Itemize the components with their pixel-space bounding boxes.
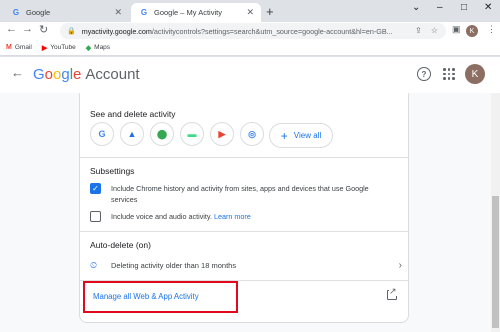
tab-google[interactable]: G Google ✕: [3, 3, 129, 22]
google-ads-icon[interactable]: ▲: [120, 122, 144, 146]
logo-letter: g: [61, 66, 70, 83]
google-play-icon[interactable]: ▶: [210, 122, 234, 146]
sidepanel-icon[interactable]: ▣: [452, 24, 461, 35]
tab-my-activity[interactable]: G Google – My Activity ✕: [131, 3, 261, 22]
voice-audio-label: Include voice and audio activity.: [111, 212, 212, 221]
google-g-icon: G: [140, 8, 148, 17]
app-header: ← Google Account ? K: [0, 57, 500, 93]
url-path: /activitycontrols?settings=search&utm_so…: [151, 26, 393, 36]
bookmark-label: Maps: [94, 44, 111, 51]
minimize-button[interactable]: –: [437, 2, 443, 13]
logo-letter: e: [73, 66, 82, 83]
google-search-icon[interactable]: G: [90, 122, 114, 146]
chrome-history-line1: Include Chrome history and activity from…: [111, 184, 369, 193]
address-bar[interactable]: 🔒 myactivity.google.com/activitycontrols…: [60, 23, 446, 39]
youtube-icon: ▶: [41, 44, 48, 52]
voice-audio-row: Include voice and audio activity. Learn …: [90, 211, 251, 222]
bookmark-gmail[interactable]: M Gmail: [6, 44, 32, 51]
google-account-logo[interactable]: Google Account: [33, 66, 140, 83]
schedule-delete-icon: ⏲: [90, 259, 98, 270]
browser-toolbar: ← → ↻ 🔒 myactivity.google.com/activityco…: [0, 22, 500, 40]
tab-title: Google – My Activity: [154, 8, 222, 17]
autodelete-row[interactable]: ⏲ Deleting activity older than 18 months…: [90, 258, 402, 272]
logo-suffix: Account: [85, 66, 140, 83]
window-close-button[interactable]: ✕: [484, 2, 492, 13]
divider: [80, 231, 408, 232]
voice-audio-checkbox[interactable]: [90, 211, 101, 222]
bookmark-star-icon[interactable]: ☆: [431, 26, 438, 35]
logo-letter: o: [44, 66, 54, 83]
tab-title: Google: [26, 8, 51, 17]
plus-icon: +: [280, 128, 288, 143]
main-content: See and delete activity G ▲ ⬤ ▬ ▶ ◎ + Vi…: [0, 93, 500, 332]
google-apps-icon[interactable]: [443, 68, 455, 80]
bookmark-label: YouTube: [50, 44, 76, 51]
help-icon[interactable]: ?: [417, 67, 431, 81]
tab-strip: G Google ✕ G Google – My Activity ✕ + ⌄ …: [0, 0, 500, 22]
gmail-icon: M: [6, 44, 12, 51]
google-g-icon: G: [12, 8, 20, 17]
voice-audio-text: Include voice and audio activity. Learn …: [111, 211, 251, 222]
android-icon[interactable]: ▬: [180, 122, 204, 146]
bookmark-youtube[interactable]: ▶ YouTube: [42, 44, 76, 52]
open-in-new-icon[interactable]: [387, 286, 397, 300]
new-tab-button[interactable]: +: [266, 4, 274, 19]
view-all-button[interactable]: + View all: [269, 123, 333, 148]
autodelete-title: Auto-delete (on): [90, 240, 151, 250]
bookmark-maps[interactable]: ◆ Maps: [86, 44, 110, 52]
maps-icon: ◆: [85, 44, 92, 52]
forward-icon[interactable]: →: [22, 23, 33, 35]
bookmark-label: Gmail: [14, 44, 32, 51]
see-delete-title: See and delete activity: [90, 109, 176, 119]
view-all-label: View all: [293, 131, 322, 140]
google-lens-icon[interactable]: ◎: [240, 122, 264, 146]
maximize-button[interactable]: □: [461, 2, 467, 13]
chrome-history-row: ✓ Include Chrome history and activity fr…: [90, 183, 369, 205]
share-icon[interactable]: ⇪: [415, 26, 422, 35]
activity-app-icons: G ▲ ⬤ ▬ ▶ ◎: [90, 122, 264, 146]
chrome-history-text: Include Chrome history and activity from…: [111, 183, 369, 205]
back-icon[interactable]: ←: [6, 23, 17, 35]
highlight-box: Manage all Web & App Activity: [83, 281, 238, 313]
subsettings-title: Subsettings: [90, 166, 135, 176]
lock-icon[interactable]: 🔒: [67, 27, 76, 35]
chrome-history-line2: services: [111, 195, 138, 204]
profile-avatar[interactable]: K: [466, 25, 478, 37]
close-icon[interactable]: ✕: [246, 7, 254, 18]
account-avatar[interactable]: K: [465, 64, 485, 84]
chevron-right-icon: ›: [398, 259, 402, 271]
bookmarks-bar: M Gmail ▶ YouTube ◆ Maps: [0, 40, 500, 56]
back-arrow-icon[interactable]: ←: [11, 65, 24, 80]
activity-card: See and delete activity G ▲ ⬤ ▬ ▶ ◎ + Vi…: [79, 93, 409, 323]
autodelete-status: Deleting activity older than 18 months: [111, 260, 237, 270]
manage-activity-link[interactable]: Manage all Web & App Activity: [93, 292, 199, 301]
google-maps-icon[interactable]: ⬤: [150, 122, 174, 146]
reload-icon[interactable]: ↻: [39, 23, 48, 36]
more-menu-icon[interactable]: ⋮: [487, 24, 496, 35]
tab-search-icon[interactable]: ⌄: [412, 2, 420, 13]
scrollbar-thumb[interactable]: [492, 196, 499, 328]
url-domain: myactivity.google.com: [81, 26, 152, 36]
divider: [80, 157, 408, 158]
close-icon[interactable]: ✕: [114, 7, 122, 18]
learn-more-link[interactable]: Learn more: [214, 212, 251, 221]
logo-letter: G: [33, 66, 45, 83]
chrome-history-checkbox[interactable]: ✓: [90, 183, 101, 194]
